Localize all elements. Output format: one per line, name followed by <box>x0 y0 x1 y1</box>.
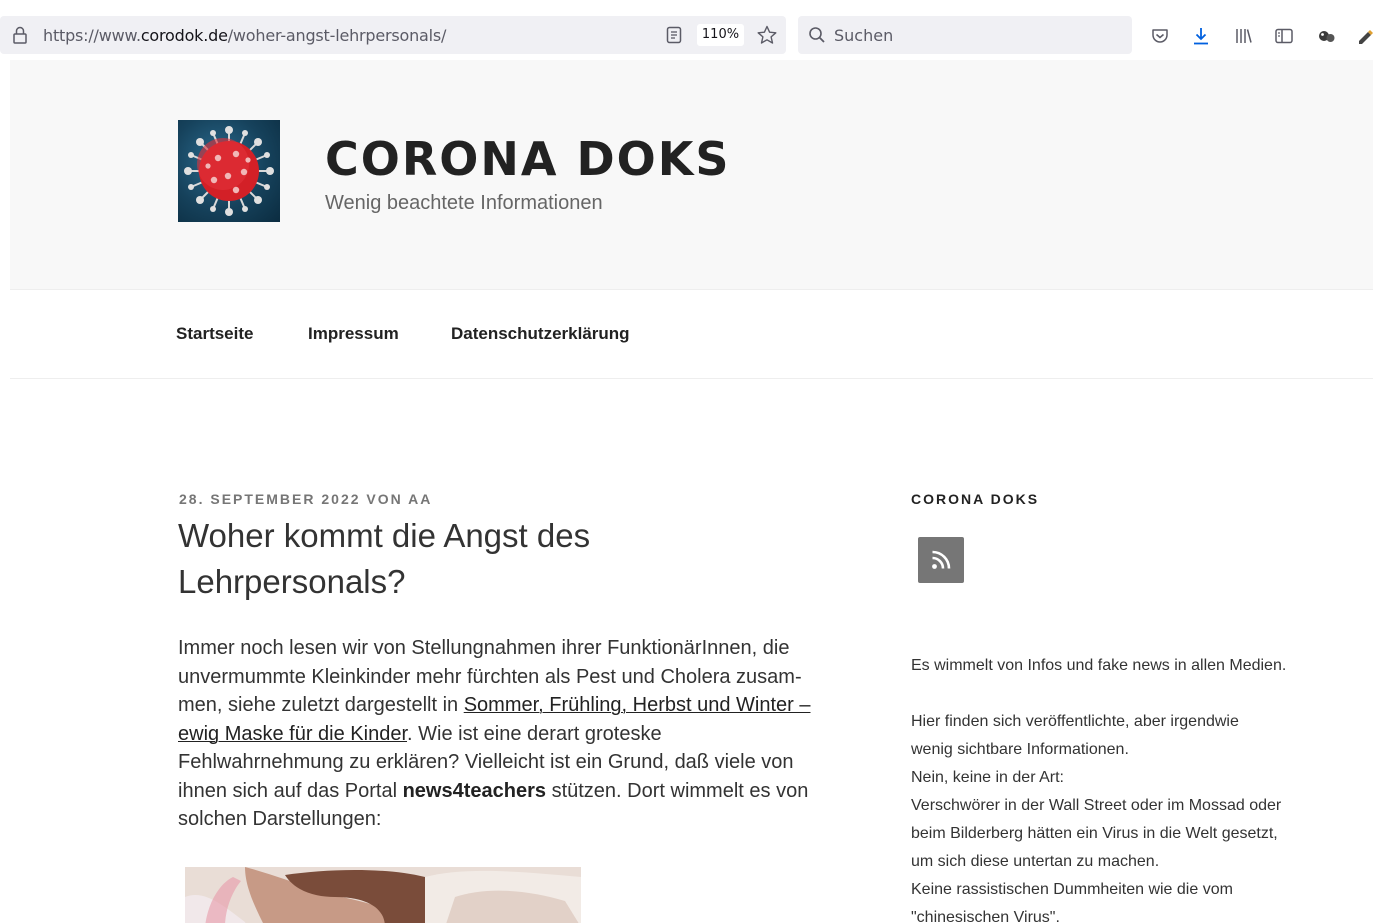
text-segment: men, siehe zuletzt dargestellt in <box>178 694 464 716</box>
url-text[interactable]: https://www.corodok.de/woher-angst-lehrp… <box>43 26 446 45</box>
text-segment: ihnen sich auf das Portal <box>178 779 403 802</box>
search-icon <box>809 27 825 43</box>
download-icon[interactable] <box>1191 26 1211 46</box>
reader-view-icon[interactable] <box>665 26 683 44</box>
widget-text-line: Verschwörer in der Wall Street oder im M… <box>911 797 1282 814</box>
site-header: CORONA DOKS Wenig beachtete Informatione… <box>10 60 1373 290</box>
search-bar[interactable]: Suchen <box>798 16 1132 54</box>
text-segment: stützen. Dort wimmelt es von <box>546 779 809 802</box>
article-link[interactable]: Sommer, Frühling, Herbst und Winter – <box>464 694 811 716</box>
text-line: solchen Darstellungen: <box>178 808 382 830</box>
post-image <box>185 867 581 923</box>
portal-name: news4teachers <box>402 779 547 802</box>
text-line: unvermummte Kleinkinder mehr fürchten al… <box>178 665 802 688</box>
text-line: ewig Maske für die Kinder. Wie ist eine … <box>178 720 848 749</box>
widget-text-line: um sich diese untertan zu machen. <box>911 853 1160 870</box>
child-photo <box>185 867 581 923</box>
text-line: Immer noch lesen wir von Stellungnahmen … <box>178 637 790 659</box>
rss-icon <box>932 550 951 569</box>
article-link[interactable]: ewig Maske für die Kinder <box>178 723 407 745</box>
pocket-icon[interactable] <box>1150 26 1170 46</box>
post-paragraph: Immer noch lesen wir von Stellungnahmen … <box>178 634 848 834</box>
widget-text-line: Keine rassistischen Dummheiten wie die v… <box>911 881 1233 898</box>
extension-icon[interactable] <box>1316 26 1336 46</box>
sidebar-toggle-icon[interactable] <box>1274 26 1294 46</box>
nav-item-startseite[interactable]: Startseite <box>176 324 253 344</box>
widget-text-line: Es wimmelt von Infos und fake news in al… <box>911 657 1287 674</box>
url-prefix: https://www. <box>43 26 141 45</box>
url-domain: corodok.de <box>140 26 228 45</box>
nav-item-datenschutz[interactable]: Datenschutzerklärung <box>451 324 630 344</box>
site-title[interactable]: CORONA DOKS <box>325 132 731 186</box>
site-logo[interactable] <box>178 120 280 222</box>
widget-text-line: beim Bilderberg hätten ein Virus in die … <box>911 825 1278 842</box>
url-path: /woher-angst-lehrpersonals/ <box>227 26 447 45</box>
site-description: Wenig beachtete Informationen <box>325 192 603 214</box>
widget-text-line: "chinesischen Virus". <box>911 909 1060 923</box>
post-title-line: Lehrpersonals? <box>178 563 406 600</box>
rss-feed-button[interactable] <box>918 537 964 583</box>
widget-text-line: Hier finden sich veröffentlichte, aber i… <box>911 713 1239 730</box>
text-segment: . Wie ist eine derart groteske <box>407 722 662 745</box>
extension-pen-icon[interactable] <box>1356 26 1376 46</box>
library-icon[interactable] <box>1233 26 1253 46</box>
address-bar[interactable]: https://www.corodok.de/woher-angst-lehrp… <box>0 16 786 54</box>
text-line: Fehlwahrnehmung zu erklären? Vielleicht … <box>178 751 794 773</box>
post-content: Immer noch lesen wir von Stellungnahmen … <box>178 634 848 834</box>
search-placeholder: Suchen <box>834 26 894 45</box>
zoom-level-button[interactable]: 110% <box>697 24 744 46</box>
post-title: Woher kommt die Angst des Lehrpersonals? <box>178 513 738 605</box>
text-line: men, siehe zuletzt dargestellt in Sommer… <box>178 691 848 720</box>
text-line: ihnen sich auf das Portal news4teachers … <box>178 777 848 806</box>
widget-text-line <box>911 680 1351 708</box>
main-navigation: Startseite Impressum Datenschutzerklärun… <box>10 291 1373 379</box>
widget-text-line: wenig sichtbare Informationen. <box>911 741 1129 758</box>
post-meta: 28. SEPTEMBER 2022 VON AA <box>179 491 433 507</box>
widget-title: CORONA DOKS <box>911 491 1040 507</box>
post-title-line: Woher kommt die Angst des <box>178 517 591 554</box>
widget-text-line: Nein, keine in der Art: <box>911 769 1064 786</box>
coronavirus-icon <box>184 126 274 216</box>
lock-icon[interactable] <box>12 26 28 44</box>
bookmark-star-icon[interactable] <box>756 24 778 46</box>
nav-item-impressum[interactable]: Impressum <box>308 324 399 344</box>
widget-text: Es wimmelt von Infos und fake news in al… <box>911 652 1351 923</box>
